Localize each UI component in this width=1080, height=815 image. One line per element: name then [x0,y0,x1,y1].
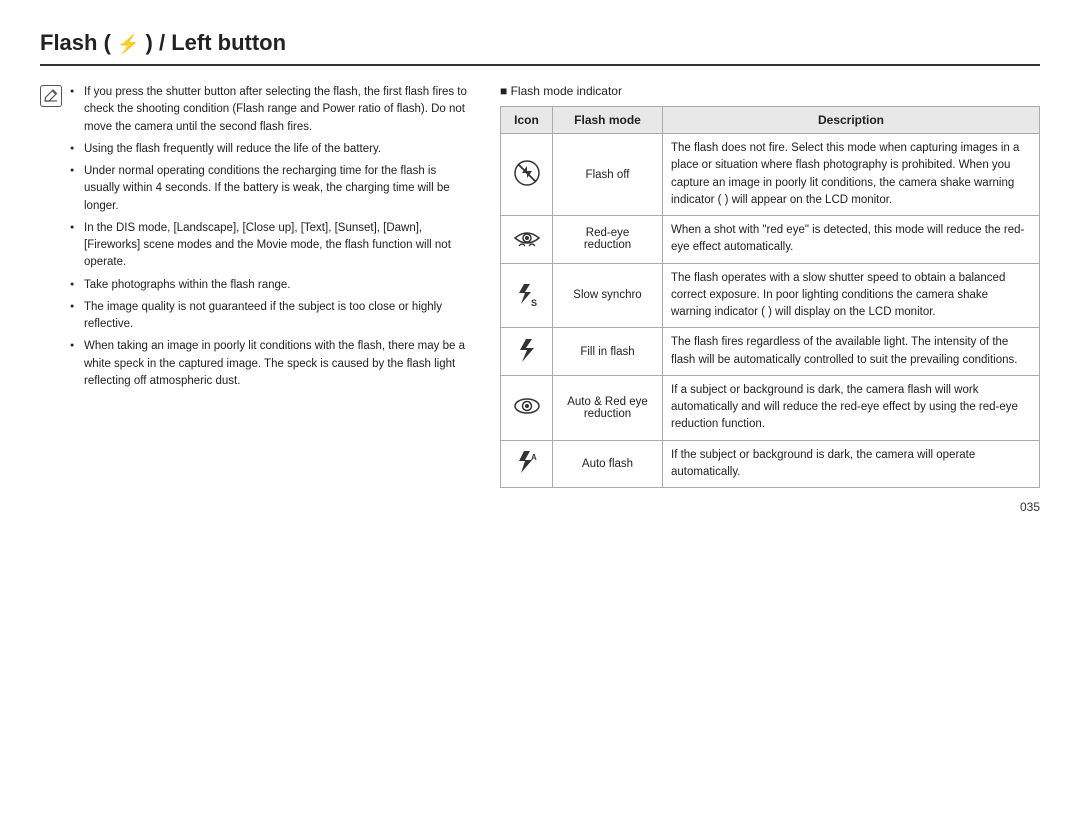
content-wrapper: If you press the shutter button after se… [40,84,1040,488]
desc-cell: The flash fires regardless of the availa… [663,328,1040,376]
table-row: Auto & Red eyereduction If a subject or … [501,375,1040,440]
bullet-list: If you press the shutter button after se… [70,84,470,390]
list-item: Using the flash frequently will reduce t… [70,141,470,158]
table-row: A Auto flash If the subject or backgroun… [501,440,1040,488]
list-item: Under normal operating conditions the re… [70,163,470,215]
col-desc: Description [663,107,1040,134]
list-item: When taking an image in poorly lit condi… [70,338,470,390]
icon-cell-auto-flash: A [501,440,553,488]
left-column: If you press the shutter button after se… [40,84,470,488]
list-item: In the DIS mode, [Landscape], [Close up]… [70,220,470,272]
list-item: The image quality is not guaranteed if t… [70,299,470,334]
page-title: Flash ( ⚡ ) / Left button [40,30,1040,66]
icon-cell-auto-red-eye [501,375,553,440]
indicator-title: Flash mode indicator [500,84,1040,98]
right-column: Flash mode indicator Icon Flash mode Des… [500,84,1040,488]
mode-cell: Red-eye reduction [553,216,663,264]
desc-cell: If a subject or background is dark, the … [663,375,1040,440]
note-text: If you press the shutter button after se… [70,84,470,395]
list-item: If you press the shutter button after se… [70,84,470,136]
table-header-row: Icon Flash mode Description [501,107,1040,134]
table-row: S Slow synchro The flash operates with a… [501,263,1040,328]
table-row: Fill in flash The flash fires regardless… [501,328,1040,376]
list-item: Take photographs within the flash range. [70,277,470,294]
icon-cell-red-eye [501,216,553,264]
col-mode: Flash mode [553,107,663,134]
desc-cell: When a shot with "red eye" is detected, … [663,216,1040,264]
note-box: If you press the shutter button after se… [40,84,470,395]
mode-cell: Auto flash [553,440,663,488]
desc-cell: If the subject or background is dark, th… [663,440,1040,488]
col-icon: Icon [501,107,553,134]
mode-cell: Fill in flash [553,328,663,376]
table-row: Flash off The flash does not fire. Selec… [501,134,1040,216]
desc-cell: The flash operates with a slow shutter s… [663,263,1040,328]
svg-text:S: S [531,298,537,308]
mode-cell: Slow synchro [553,263,663,328]
desc-cell: The flash does not fire. Select this mod… [663,134,1040,216]
mode-cell: Flash off [553,134,663,216]
icon-cell-fill-flash [501,328,553,376]
page-number: 035 [40,500,1040,514]
note-icon [40,85,62,107]
flash-mode-table: Icon Flash mode Description Flash of [500,106,1040,488]
svg-text:A: A [531,453,537,462]
table-row: Red-eye reduction When a shot with "red … [501,216,1040,264]
mode-cell: Auto & Red eyereduction [553,375,663,440]
icon-cell-flash-off [501,134,553,216]
icon-cell-slow-synchro: S [501,263,553,328]
